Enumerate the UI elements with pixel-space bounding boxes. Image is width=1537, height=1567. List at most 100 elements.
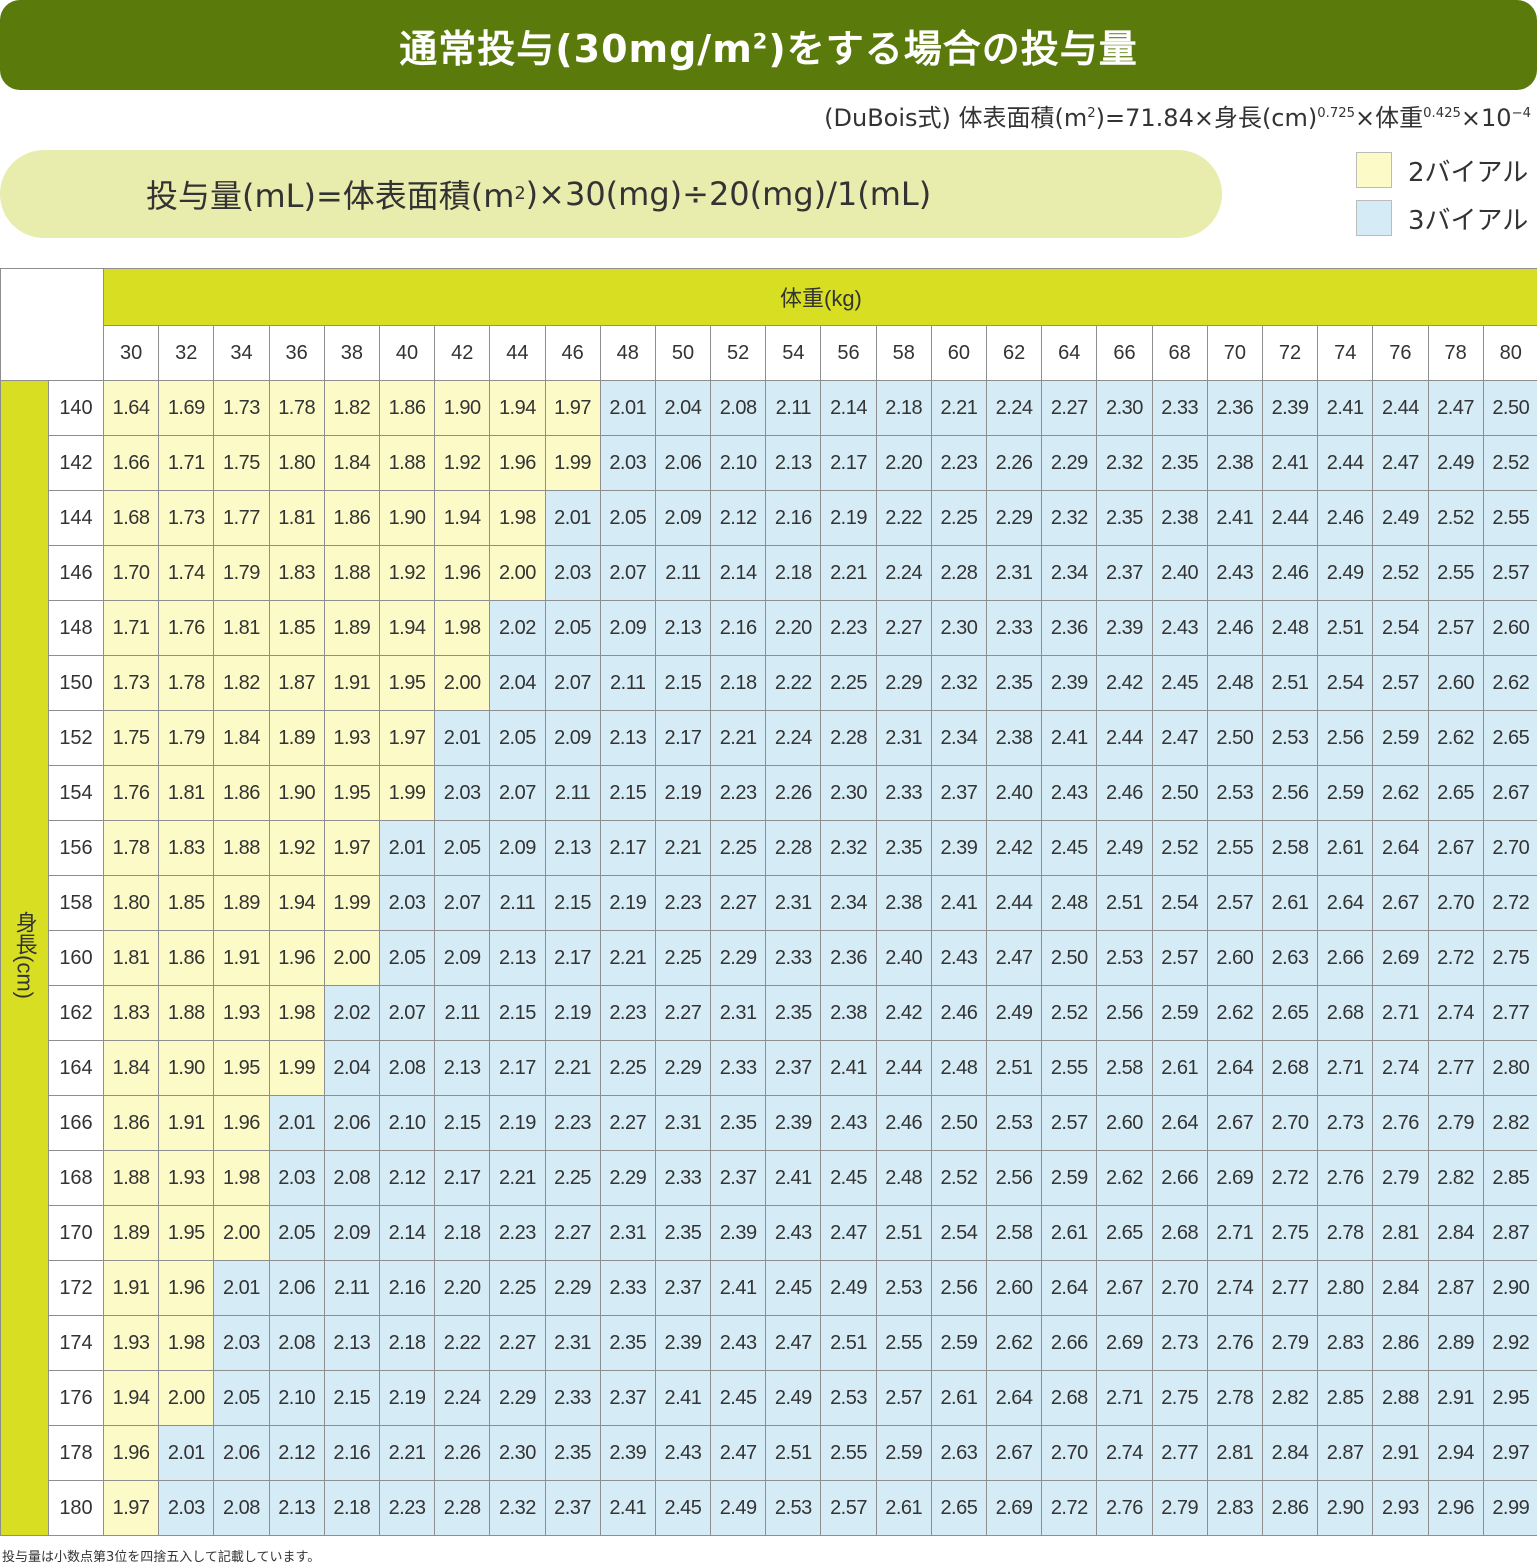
dose-cell: 2.07	[378, 985, 436, 1041]
dose-cell: 2.86	[1261, 1480, 1319, 1536]
legend-label: 2バイアル	[1408, 157, 1529, 188]
dose-cell: 2.57	[1041, 1095, 1098, 1151]
dose-cell: 1.98	[213, 1150, 270, 1206]
dose-cell: 1.81	[213, 600, 270, 656]
dose-cell: 2.00	[489, 545, 546, 601]
dose-cell: 2.87	[1317, 1425, 1374, 1481]
dose-cell: 2.41	[1206, 490, 1263, 546]
dose-cell: 2.47	[1151, 710, 1208, 766]
dose-cell: 1.92	[378, 545, 436, 601]
dose-cell: 2.15	[654, 655, 712, 711]
dose-cell: 2.09	[544, 710, 601, 766]
dose-cell: 2.27	[710, 875, 767, 931]
dose-cell: 2.28	[930, 545, 988, 601]
dose-cell: 2.10	[268, 1370, 325, 1426]
dose-cell: 1.96	[434, 545, 491, 601]
dose-cell: 2.00	[158, 1370, 215, 1426]
table-row: 150 1.73 1.78 1.82 1.87 1.91 1.95 2.00 2.04 2.07 2…	[1, 655, 1537, 711]
dose-cell: 1.84	[213, 710, 270, 766]
table-row: 172 1.91 1.96 2.01 2.06 2.11 2.16 2.20 2.25 2.29 2…	[1, 1260, 1537, 1316]
dose-cell: 2.70	[1151, 1260, 1208, 1316]
dose-cell: 2.62	[1206, 985, 1263, 1041]
dose-cell: 2.43	[1151, 600, 1208, 656]
dose-cell: 2.25	[489, 1260, 546, 1316]
dose-cell: 1.91	[213, 930, 270, 986]
dose-cell: 1.81	[268, 490, 325, 546]
dose-cell: 2.48	[1041, 875, 1098, 931]
weight-label: 32	[158, 325, 215, 381]
dose-cell: 2.23	[489, 1205, 546, 1261]
dose-cell: 2.14	[378, 1205, 436, 1261]
dose-cell: 1.73	[213, 380, 270, 436]
dose-cell: 2.20	[434, 1260, 491, 1316]
dose-cell: 2.17	[820, 435, 877, 491]
dose-cell: 2.01	[268, 1095, 325, 1151]
height-label: 140	[48, 380, 104, 436]
dose-cell: 2.43	[820, 1095, 877, 1151]
dose-cell: 2.27	[489, 1315, 546, 1371]
dose-cell: 2.65	[1261, 985, 1319, 1041]
dose-cell: 2.44	[1096, 710, 1153, 766]
dose-cell: 2.13	[765, 435, 822, 491]
dose-cell: 1.66	[102, 435, 160, 491]
dose-cell: 2.63	[1261, 930, 1319, 986]
rounding-note: 投与量は小数点第3位を四捨五入して記載しています。	[2, 1550, 321, 1565]
dose-cell: 2.22	[875, 490, 932, 546]
dose-cell: 2.33	[875, 765, 932, 821]
dose-cell: 2.52	[930, 1150, 988, 1206]
dose-cell: 1.80	[268, 435, 325, 491]
dose-cell: 2.33	[544, 1370, 601, 1426]
dose-cell: 2.53	[820, 1370, 877, 1426]
dose-cell: 2.43	[654, 1425, 712, 1481]
dose-cell: 2.49	[1096, 820, 1153, 876]
weight-label: 40	[378, 325, 436, 381]
dose-cell: 1.93	[323, 710, 380, 766]
dose-cell: 2.84	[1427, 1205, 1484, 1261]
weight-label: 70	[1206, 325, 1263, 381]
dose-cell: 2.32	[489, 1480, 546, 1536]
dose-cell: 2.27	[654, 985, 712, 1041]
dose-cell: 2.57	[1151, 930, 1208, 986]
dose-cell: 2.83	[1317, 1315, 1374, 1371]
dose-cell: 2.15	[323, 1370, 380, 1426]
dose-cell: 2.24	[765, 710, 822, 766]
dose-cell: 2.86	[1372, 1315, 1429, 1371]
dose-cell: 2.30	[1096, 380, 1153, 436]
dose-cell: 2.25	[820, 655, 877, 711]
dose-cell: 2.29	[544, 1260, 601, 1316]
dose-cell: 1.93	[213, 985, 270, 1041]
dose-cell: 2.50	[1482, 380, 1537, 436]
dose-cell: 2.09	[654, 490, 712, 546]
dose-cell: 1.83	[268, 545, 325, 601]
dose-cell: 2.13	[268, 1480, 325, 1536]
weight-label: 52	[710, 325, 767, 381]
dose-cell: 2.55	[875, 1315, 932, 1371]
dose-cell: 2.24	[985, 380, 1043, 436]
dose-cell: 2.01	[434, 710, 491, 766]
dose-cell: 2.43	[930, 930, 988, 986]
dose-cell: 2.44	[1261, 490, 1319, 546]
dose-cell: 2.27	[1041, 380, 1098, 436]
dose-cell: 1.96	[158, 1260, 215, 1316]
height-label: 172	[48, 1260, 104, 1316]
weight-label: 80	[1482, 325, 1537, 381]
dose-cell: 2.41	[1261, 435, 1319, 491]
dose-cell: 2.15	[599, 765, 656, 821]
dose-cell: 2.34	[1041, 545, 1098, 601]
dose-cell: 2.37	[599, 1370, 656, 1426]
dose-cell: 1.71	[158, 435, 215, 491]
dose-cell: 2.59	[930, 1315, 988, 1371]
dose-cell: 2.41	[1041, 710, 1098, 766]
dose-cell: 1.95	[213, 1040, 270, 1096]
dose-cell: 2.77	[1261, 1260, 1319, 1316]
dose-cell: 2.23	[820, 600, 877, 656]
dose-cell: 2.06	[213, 1425, 270, 1481]
dose-cell: 2.06	[654, 435, 712, 491]
dose-cell: 2.39	[599, 1425, 656, 1481]
dose-cell: 2.41	[820, 1040, 877, 1096]
dose-cell: 2.04	[654, 380, 712, 436]
dose-cell: 2.78	[1206, 1370, 1263, 1426]
dose-cell: 2.54	[930, 1205, 988, 1261]
weight-label: 36	[268, 325, 325, 381]
dose-cell: 2.07	[544, 655, 601, 711]
